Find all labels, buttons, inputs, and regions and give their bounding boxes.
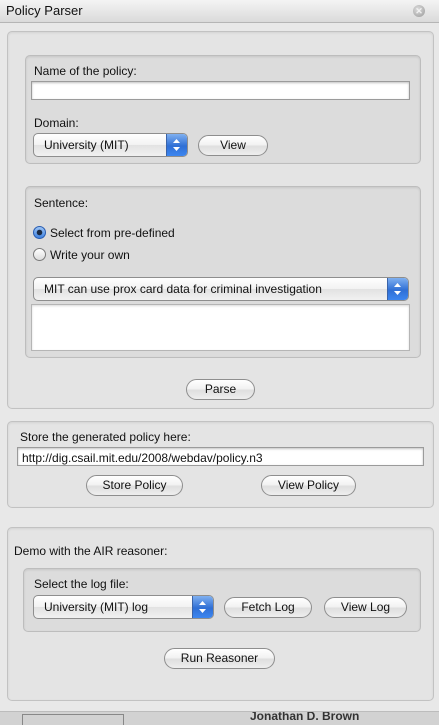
store-label: Store the generated policy here: (20, 430, 191, 444)
sentence-select[interactable]: MIT can use prox card data for criminal … (33, 277, 409, 301)
domain-select[interactable]: University (MIT) (33, 133, 188, 157)
log-selected-value: University (MIT) log (44, 600, 149, 614)
background-window-strip: Jonathan D. Brown (0, 711, 439, 725)
updown-arrows-icon (166, 134, 187, 156)
policy-name-input[interactable] (31, 81, 410, 100)
domain-label: Domain: (34, 116, 79, 130)
log-file-label: Select the log file: (34, 577, 129, 591)
radio-write-own-label[interactable]: Write your own (50, 248, 130, 262)
store-url-value: http://dig.csail.mit.edu/2008/webdav/pol… (22, 451, 263, 465)
store-url-input[interactable]: http://dig.csail.mit.edu/2008/webdav/pol… (17, 447, 424, 466)
domain-view-button[interactable]: View (198, 135, 268, 156)
domain-selected-value: University (MIT) (44, 138, 129, 152)
updown-arrows-icon (192, 596, 213, 618)
parse-button[interactable]: Parse (186, 379, 255, 400)
fetch-log-button[interactable]: Fetch Log (224, 597, 312, 618)
window-title: Policy Parser (6, 3, 83, 18)
policy-name-label: Name of the policy: (34, 64, 137, 78)
sentence-selected-value: MIT can use prox card data for criminal … (44, 282, 322, 296)
log-file-select[interactable]: University (MIT) log (33, 595, 214, 619)
sentence-textarea[interactable] (31, 304, 410, 351)
title-bar[interactable]: Policy Parser ✕ (0, 0, 439, 23)
store-policy-button[interactable]: Store Policy (86, 475, 183, 496)
close-icon[interactable]: ✕ (413, 5, 425, 17)
background-window-text: Jonathan D. Brown (250, 711, 360, 723)
updown-arrows-icon (387, 278, 408, 300)
radio-predefined-label[interactable]: Select from pre-defined (50, 226, 175, 240)
demo-label: Demo with the AIR reasoner: (14, 544, 168, 558)
radio-predefined[interactable] (33, 226, 46, 239)
radio-write-own[interactable] (33, 248, 46, 261)
view-policy-button[interactable]: View Policy (261, 475, 356, 496)
background-window-box (22, 714, 124, 725)
sentence-label: Sentence: (34, 196, 89, 210)
run-reasoner-button[interactable]: Run Reasoner (164, 648, 275, 669)
view-log-button[interactable]: View Log (324, 597, 407, 618)
